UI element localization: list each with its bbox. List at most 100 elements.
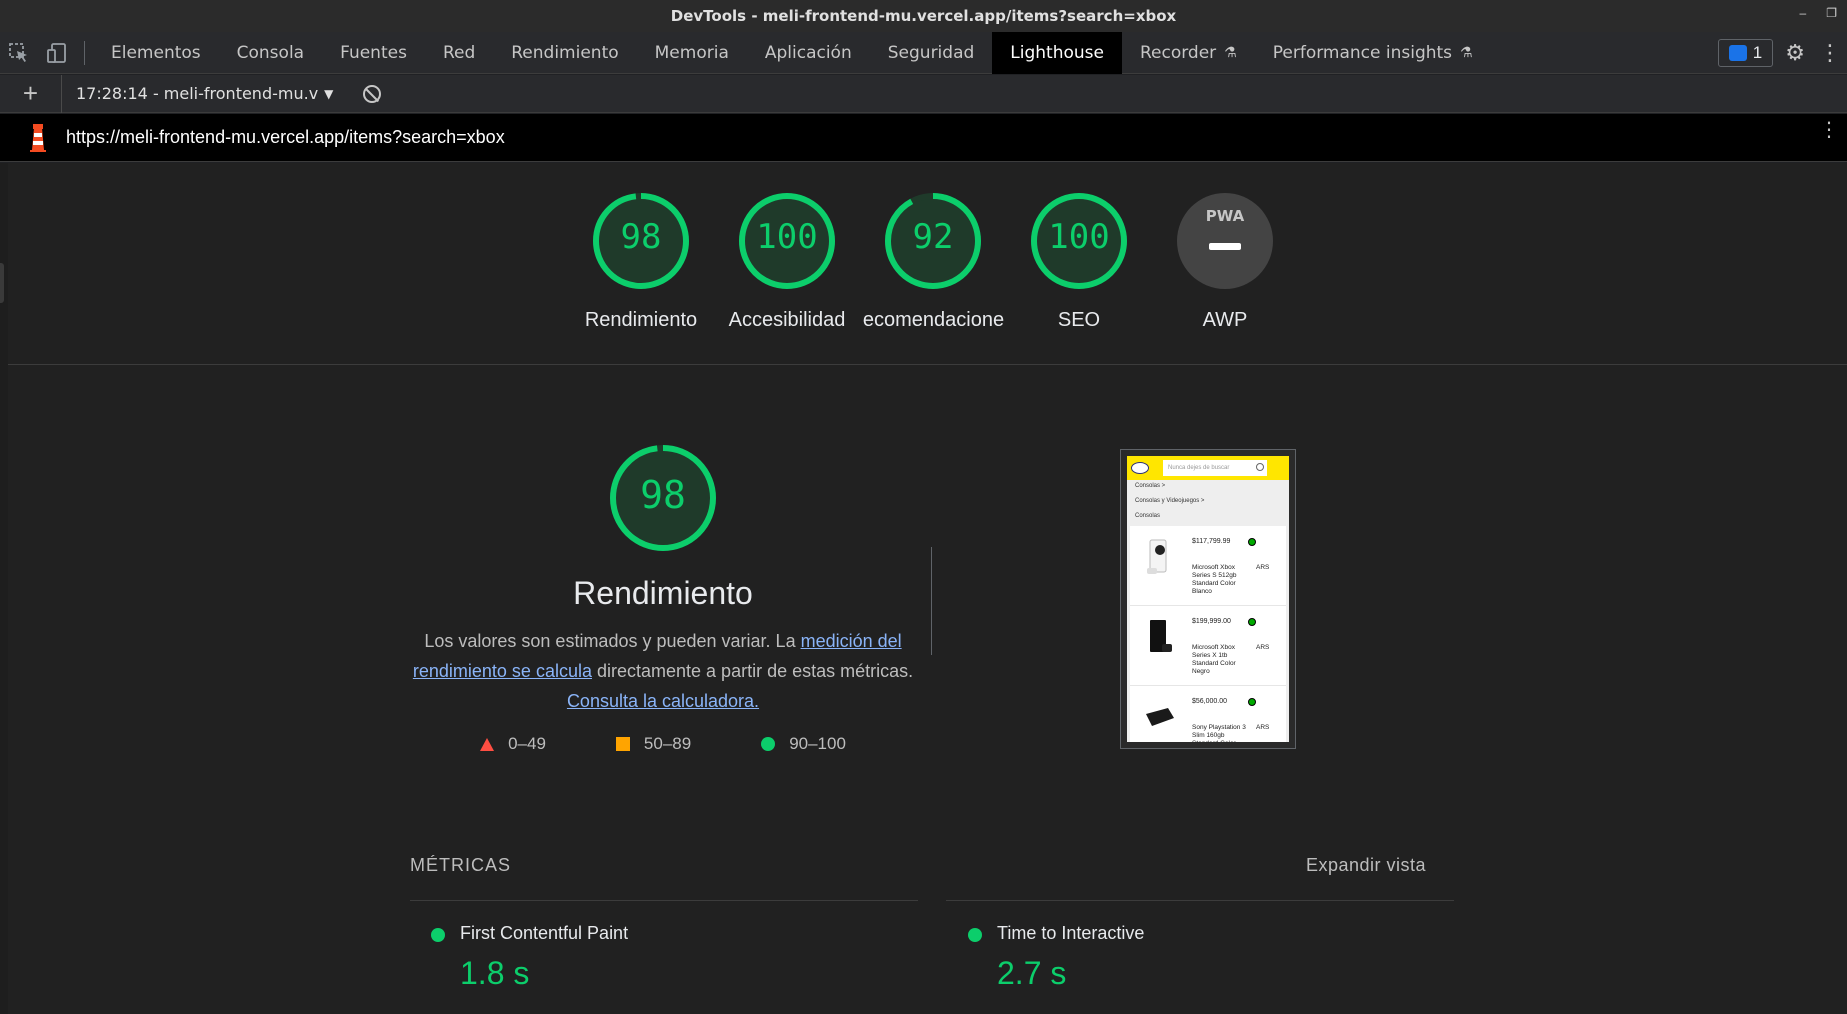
tab-aplicacion[interactable]: Aplicación [747, 32, 870, 74]
tab-performance-insights[interactable]: Performance insights ⚗ [1255, 32, 1491, 74]
tab-label: Memoria [654, 42, 729, 63]
flask-icon: ⚗ [1460, 44, 1473, 61]
plus-icon: + [22, 78, 39, 108]
tab-label: Lighthouse [1010, 42, 1104, 63]
lighthouse-url-bar: https://meli-frontend-mu.vercel.app/item… [0, 114, 1847, 162]
metric-name: Time to Interactive [997, 923, 1145, 943]
lighthouse-report: 98 Rendimiento 100 Accesibilidad 92 ecom… [8, 163, 1847, 1014]
expand-view-toggle[interactable]: Expandir vista [1306, 855, 1426, 876]
item-currency: ARS [1256, 564, 1270, 571]
item-title: Microsoft Xbox Series S 512gb Standard C… [1192, 564, 1237, 595]
performance-description: Los valores son estimados y pueden varia… [408, 626, 918, 716]
metric-value: 1.8 s [460, 955, 530, 991]
item-currency: ARS [1256, 724, 1270, 731]
drawer-edge [0, 163, 8, 1014]
devtools-tabbar: Elementos Consola Fuentes Red Rendimient… [0, 31, 1847, 74]
shipping-icon [1248, 618, 1256, 626]
gauge-accesibilidad[interactable]: 100 Accesibilidad [712, 191, 862, 332]
gauge-score: 100 [1048, 217, 1110, 257]
tab-red[interactable]: Red [425, 32, 493, 74]
gauge-score: 100 [756, 217, 818, 257]
list-item: $56,000.00 Sony Playstation 3 Slim 160gb… [1130, 686, 1286, 742]
legend-label: 90–100 [789, 734, 846, 753]
list-item: $199,999.00 Microsoft Xbox Series X 1tb … [1130, 606, 1286, 686]
search-placeholder: Nunca dejes de buscar [1168, 465, 1230, 471]
gauge-rendimiento[interactable]: 98 Rendimiento [566, 191, 716, 332]
tab-label: Recorder [1139, 42, 1217, 63]
metrics-divider [946, 900, 1454, 901]
screenshot-header: Nunca dejes de buscar [1127, 456, 1289, 480]
vertical-separator [931, 547, 932, 655]
performance-summary: 98 Rendimiento Los valores son estimados… [408, 443, 918, 754]
more-options-icon[interactable]: ⋮ [1819, 40, 1841, 66]
pwa-dash-icon [1209, 243, 1241, 250]
flask-icon: ⚗ [1224, 44, 1237, 61]
item-currency: ARS [1256, 644, 1270, 651]
gauge-label: SEO [1057, 309, 1101, 331]
gauge-recomendaciones[interactable]: 92 ecomendacione [858, 191, 1008, 332]
screenshot-breadcrumb: Consolas [1135, 513, 1161, 519]
restore-icon[interactable]: ❐ [1826, 6, 1837, 20]
calculator-link[interactable]: Consulta la calculadora. [567, 691, 759, 711]
tab-fuentes[interactable]: Fuentes [322, 32, 425, 74]
tab-lighthouse[interactable]: Lighthouse [992, 31, 1122, 74]
gauge-label: ecomendacione [862, 309, 1005, 331]
gauge-seo[interactable]: 100 SEO [1004, 191, 1154, 332]
metric-time-to-interactive: Time to Interactive 2.7 s [968, 923, 1448, 1013]
shipping-icon [1248, 538, 1256, 546]
score-gauges: 98 Rendimiento 100 Accesibilidad 92 ecom… [8, 191, 1847, 363]
caret-down-icon: ▼ [324, 86, 334, 101]
tab-consola[interactable]: Consola [219, 32, 322, 74]
tab-label: Rendimiento [511, 42, 619, 63]
search-icon [1256, 463, 1264, 471]
inspect-element-icon[interactable] [0, 32, 38, 74]
issues-count: 1 [1752, 43, 1763, 62]
gauge-label: Accesibilidad [728, 309, 846, 331]
tab-recorder[interactable]: Recorder ⚗ [1122, 32, 1255, 74]
report-select[interactable]: 17:28:14 - meli-frontend-mu.v ▼ [76, 84, 333, 103]
new-report-button[interactable]: + [0, 74, 62, 113]
drawer-handle[interactable] [0, 263, 4, 303]
tab-seguridad[interactable]: Seguridad [870, 32, 993, 74]
lighthouse-icon [30, 123, 46, 152]
clear-reports-icon[interactable] [363, 84, 382, 103]
gauge-label: AWP [1202, 309, 1248, 331]
final-screenshot[interactable]: Nunca dejes de buscar Consolas > Consola… [1120, 449, 1296, 749]
tab-label: Fuentes [340, 42, 407, 63]
tab-rendimiento[interactable]: Rendimiento [493, 32, 636, 74]
circle-icon [968, 928, 982, 942]
issues-button[interactable]: 1 [1717, 39, 1774, 67]
tab-elementos[interactable]: Elementos [93, 32, 219, 74]
metrics-divider [410, 900, 918, 901]
playstation-image [1146, 708, 1174, 726]
tab-memoria[interactable]: Memoria [637, 32, 747, 74]
circle-icon [431, 928, 445, 942]
minimize-icon[interactable]: – [1800, 6, 1807, 20]
legend-label: 0–49 [508, 734, 546, 753]
tab-label: Aplicación [764, 42, 852, 63]
xbox-series-s-image [1147, 539, 1167, 574]
triangle-icon [480, 737, 495, 751]
gear-icon[interactable]: ⚙ [1785, 40, 1805, 66]
performance-gauge: 98 [608, 443, 718, 553]
metric-name: First Contentful Paint [460, 923, 629, 943]
legend-label: 50–89 [643, 734, 692, 753]
logo-icon [1131, 462, 1149, 474]
window-titlebar: DevTools - meli-frontend-mu.vercel.app/i… [0, 0, 1847, 32]
item-title: Sony Playstation 3 Slim 160gb Standard C… [1192, 724, 1246, 742]
gauge-label: Rendimiento [584, 309, 698, 331]
item-price: $117,799.99 [1192, 538, 1231, 545]
legend-average: 50–89 [615, 734, 692, 754]
pwa-badge-text: PWA [1205, 207, 1245, 225]
screenshot-page: Nunca dejes de buscar Consolas > Consola… [1127, 456, 1289, 742]
chat-icon [1728, 45, 1747, 61]
metric-value: 2.7 s [997, 955, 1067, 991]
report-select-value: 17:28:14 - meli-frontend-mu.v [76, 84, 319, 103]
legend-fail: 0–49 [480, 734, 546, 754]
screenshot-breadcrumb: Consolas y Videojuegos > [1135, 498, 1205, 504]
shipping-icon [1248, 698, 1256, 706]
device-toolbar-icon[interactable] [38, 32, 76, 74]
report-menu-icon[interactable]: ⋮ [1819, 120, 1839, 140]
gauge-pwa[interactable]: PWA AWP [1150, 191, 1300, 332]
item-price: $199,999.00 [1192, 618, 1231, 625]
